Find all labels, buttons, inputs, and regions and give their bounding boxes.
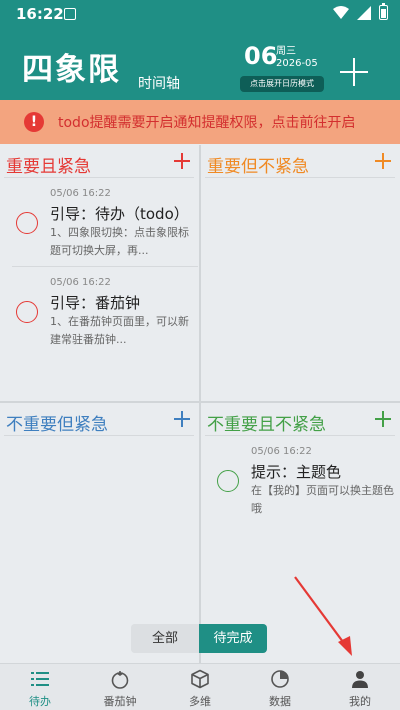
quadrant-divider-vertical	[199, 145, 201, 663]
task-description: 1、四象限切换：点击象限标题可切换大屏，再...	[50, 226, 189, 257]
quadrant-header[interactable]: 不重要但紧急	[0, 403, 198, 435]
task-time: 05/06 16:22	[50, 188, 111, 199]
task-time: 05/06 16:22	[251, 446, 312, 457]
todo-list-icon	[31, 672, 49, 686]
calendar-mode-button[interactable]: 点击展开日历模式	[240, 76, 324, 92]
page-title[interactable]: 四象限	[22, 44, 121, 89]
tab-label: 番茄钟	[103, 695, 137, 708]
quadrant-title[interactable]: 重要但不紧急	[207, 152, 309, 177]
quadrant-important-urgent: 重要且紧急 05/06 16:22 引导：待办（todo） 1、四象限切换：点击…	[0, 145, 198, 401]
battery-icon	[379, 3, 388, 20]
status-time: 16:22	[16, 5, 64, 23]
task-time: 05/06 16:22	[50, 277, 111, 288]
quadrant-divider-horizontal	[0, 401, 400, 403]
quadrant-header[interactable]: 重要且紧急	[0, 145, 198, 177]
task-item[interactable]: 05/06 16:22 引导：番茄钟 1、在番茄钟页面里，可以新建常驻番茄钟..…	[0, 267, 198, 357]
notification-permission-alert[interactable]: ! todo提醒需要开启通知提醒权限，点击前往开启	[0, 100, 400, 144]
date-weekday: 周三	[276, 46, 296, 57]
add-task-plus-icon[interactable]	[375, 411, 391, 427]
quadrant-title[interactable]: 不重要但紧急	[6, 410, 108, 435]
filter-pending-button[interactable]: 待完成	[199, 624, 267, 653]
task-description: 1、在番茄钟页面里，可以新建常驻番茄钟...	[50, 315, 189, 346]
tab-multidimension[interactable]: 多维	[160, 664, 240, 710]
wifi-icon	[333, 5, 349, 19]
quadrant-header[interactable]: 重要但不紧急	[201, 145, 399, 177]
tab-mine[interactable]: 我的	[320, 664, 400, 710]
task-item[interactable]: 05/06 16:22 提示：主题色 在【我的】页面可以换主题色哦	[201, 436, 399, 526]
quadrant-header[interactable]: 不重要且不紧急	[201, 403, 399, 435]
tab-data[interactable]: 数据	[240, 664, 320, 710]
tab-label: 多维	[189, 695, 211, 708]
tab-pomodoro[interactable]: 番茄钟	[80, 664, 160, 710]
task-filter-toggle: 全部 待完成	[131, 624, 267, 653]
signal-icon	[357, 5, 371, 20]
tab-label: 我的	[349, 695, 371, 708]
filter-all-button[interactable]: 全部	[131, 624, 199, 653]
tab-label: 数据	[269, 695, 291, 708]
person-icon	[352, 671, 368, 688]
tab-todo[interactable]: 待办	[0, 664, 80, 710]
task-title: 引导：番茄钟	[50, 294, 141, 312]
divider	[205, 177, 395, 178]
date-year-month: 2026-05	[276, 58, 318, 69]
bottom-tab-bar: 待办 番茄钟 多维 数据 我的	[0, 663, 400, 710]
system-icons	[333, 3, 388, 20]
complete-circle-icon[interactable]	[16, 212, 38, 234]
add-task-plus-icon[interactable]	[375, 153, 391, 169]
quadrant-title[interactable]: 不重要且不紧急	[207, 410, 326, 435]
divider	[4, 435, 194, 436]
complete-circle-icon[interactable]	[16, 301, 38, 323]
app-header: 四象限 时间轴 06 周三 2026-05 点击展开日历模式	[0, 28, 400, 100]
cube-icon	[191, 669, 209, 689]
notification-icon	[64, 8, 76, 20]
add-task-plus-icon[interactable]	[174, 411, 190, 427]
quadrant-important-not-urgent: 重要但不紧急	[201, 145, 399, 401]
status-bar: 16:22	[0, 0, 400, 28]
tomato-icon	[111, 671, 129, 689]
task-item[interactable]: 05/06 16:22 引导：待办（todo） 1、四象限切换：点击象限标题可切…	[0, 178, 198, 266]
add-task-plus-icon[interactable]	[174, 153, 190, 169]
task-title: 提示：主题色	[251, 463, 342, 481]
add-task-plus-icon[interactable]	[340, 58, 368, 86]
date-day: 06	[244, 42, 278, 70]
complete-circle-icon[interactable]	[217, 470, 239, 492]
quadrant-title[interactable]: 重要且紧急	[6, 152, 91, 177]
alert-exclamation-icon: !	[24, 112, 44, 132]
alert-text: todo提醒需要开启通知提醒权限，点击前往开启	[58, 115, 356, 131]
annotation-arrow-icon	[294, 576, 352, 656]
pie-chart-icon	[271, 670, 289, 688]
task-description: 在【我的】页面可以换主题色哦	[251, 484, 394, 515]
task-title: 引导：待办（todo）	[50, 205, 189, 223]
timeline-toggle[interactable]: 时间轴	[138, 73, 180, 93]
tab-label: 待办	[29, 695, 51, 708]
